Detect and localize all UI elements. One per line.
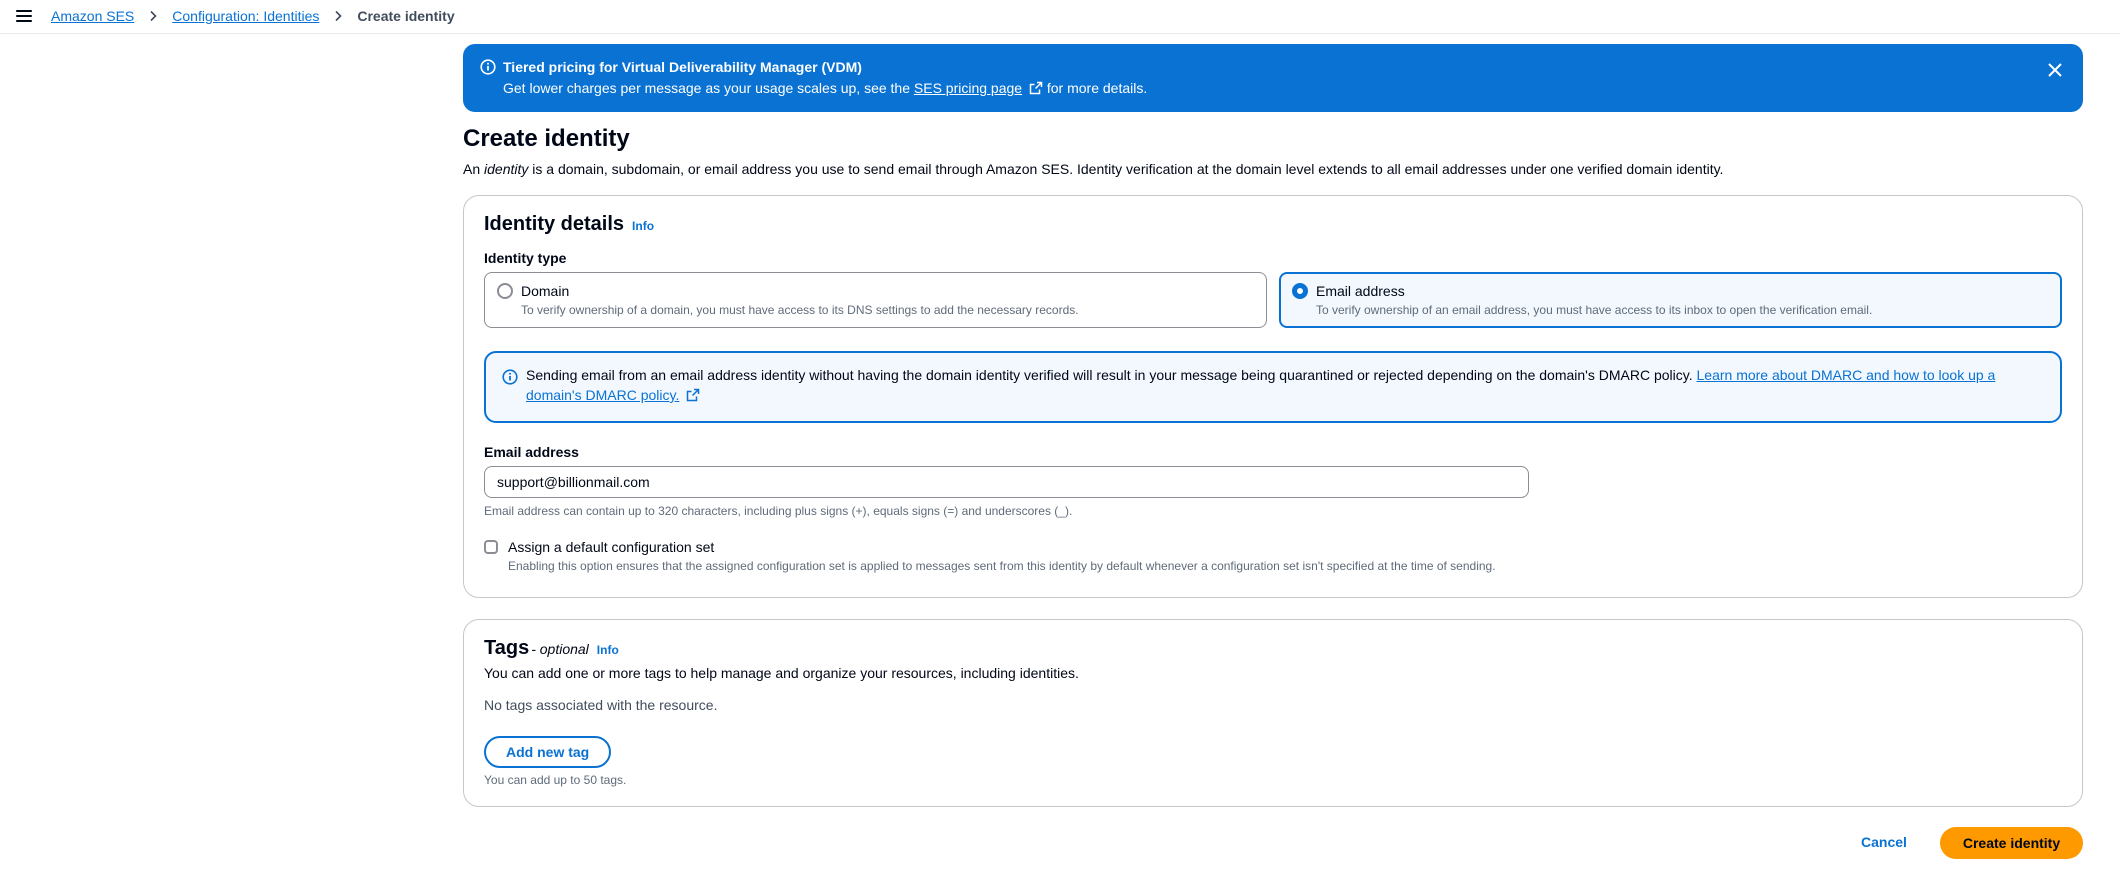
email-address-option-description: To verify ownership of an email address,… xyxy=(1316,303,1873,317)
identity-type-label: Identity type xyxy=(484,250,567,266)
cancel-button[interactable]: Cancel xyxy=(1861,832,1907,852)
close-icon[interactable] xyxy=(2043,58,2067,82)
domain-description: To verify ownership of a domain, you mus… xyxy=(521,303,1079,317)
tags-description: You can add one or more tags to help man… xyxy=(484,665,1079,681)
tags-limit-hint: You can add up to 50 tags. xyxy=(484,773,627,787)
chevron-right-icon xyxy=(147,10,159,22)
info-icon xyxy=(502,369,518,385)
chevron-right-icon xyxy=(332,10,344,22)
email-address-option-label: Email address xyxy=(1316,283,1405,299)
external-link-icon xyxy=(686,388,700,402)
create-identity-button[interactable]: Create identity xyxy=(1940,827,2083,859)
breadcrumb-amazon-ses[interactable]: Amazon SES xyxy=(51,6,134,26)
ses-pricing-link[interactable]: SES pricing page xyxy=(914,80,1022,96)
dmarc-info-alert: Sending email from an email address iden… xyxy=(484,351,2062,423)
default-configuration-set-hint: Enabling this option ensures that the as… xyxy=(508,559,1496,573)
domain-label: Domain xyxy=(521,283,570,299)
breadcrumb-current: Create identity xyxy=(357,8,455,24)
domain-radio[interactable] xyxy=(497,283,513,299)
info-icon xyxy=(480,59,496,75)
tags-empty-message: No tags associated with the resource. xyxy=(484,697,718,713)
external-link-icon xyxy=(1029,81,1043,95)
email-address-hint: Email address can contain up to 320 char… xyxy=(484,504,1073,518)
breadcrumb: Amazon SES Configuration: Identities Cre… xyxy=(51,6,455,26)
dmarc-alert-text: Sending email from an email address iden… xyxy=(526,367,1996,403)
identity-type-domain-tile[interactable]: Domain To verify ownership of a domain, … xyxy=(484,272,1267,328)
email-address-label: Email address xyxy=(484,444,579,460)
email-address-radio[interactable] xyxy=(1292,283,1308,299)
identity-details-title: Identity details Info xyxy=(484,212,654,238)
breadcrumb-configuration-identities[interactable]: Configuration: Identities xyxy=(172,6,319,26)
default-configuration-set-label[interactable]: Assign a default configuration set xyxy=(508,538,714,556)
info-link[interactable]: Info xyxy=(632,214,654,238)
identity-type-email-tile[interactable]: Email address To verify ownership of an … xyxy=(1279,272,2062,328)
email-address-input[interactable] xyxy=(484,466,1529,498)
tags-info-link[interactable]: Info xyxy=(597,638,619,662)
page-title: Create identity xyxy=(463,125,630,152)
flashbar-text: Get lower charges per message as your us… xyxy=(503,80,1148,96)
flashbar-title: Tiered pricing for Virtual Deliverabilit… xyxy=(503,59,862,75)
identity-details-container: Identity details Info Identity type Doma… xyxy=(463,195,2083,598)
tags-container: Tags - optional Info You can add one or … xyxy=(463,619,2083,807)
tags-title: Tags - optional Info xyxy=(484,636,619,662)
page-description: An identity is a domain, subdomain, or e… xyxy=(463,161,1724,177)
default-configuration-set-checkbox[interactable] xyxy=(484,540,498,554)
info-flashbar: Tiered pricing for Virtual Deliverabilit… xyxy=(463,44,2083,112)
menu-icon[interactable] xyxy=(14,6,34,26)
add-new-tag-button[interactable]: Add new tag xyxy=(484,736,612,768)
top-navigation: Amazon SES Configuration: Identities Cre… xyxy=(0,0,2120,34)
